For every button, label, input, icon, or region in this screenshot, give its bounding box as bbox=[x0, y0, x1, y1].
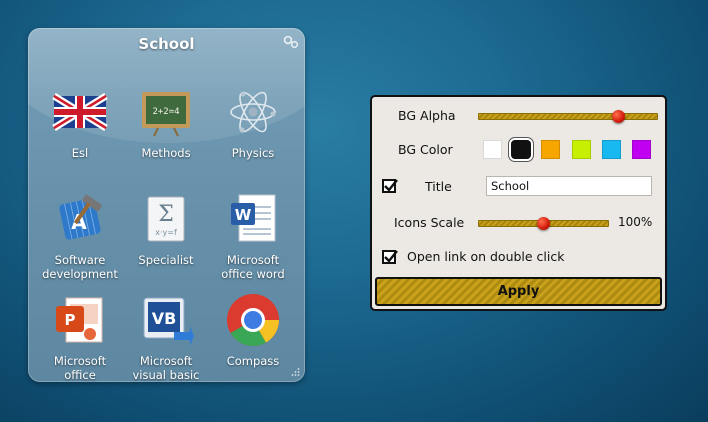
widget-title: School bbox=[138, 35, 195, 53]
svg-text:A: A bbox=[71, 210, 87, 234]
chrome-icon bbox=[227, 294, 279, 346]
app-tile-specialist[interactable]: Σ x·y=f Specialist bbox=[120, 191, 212, 267]
app-tile-ms-word[interactable]: W Microsoft office word bbox=[207, 191, 299, 281]
color-swatch-cyan[interactable] bbox=[602, 140, 621, 159]
app-label-esl: Esl bbox=[71, 146, 89, 160]
checkmark-icon bbox=[384, 179, 398, 192]
app-tile-software-development[interactable]: A Software development bbox=[34, 191, 126, 281]
app-label-software-development: Software development bbox=[42, 253, 118, 281]
svg-text:P: P bbox=[65, 311, 76, 329]
gears-icon[interactable] bbox=[283, 35, 299, 49]
svg-text:Σ: Σ bbox=[158, 202, 174, 227]
svg-text:x·y=f: x·y=f bbox=[155, 228, 177, 237]
title-input[interactable] bbox=[486, 176, 652, 196]
app-tile-ms-office[interactable]: P Microsoft office bbox=[34, 292, 126, 382]
atom-icon bbox=[230, 91, 276, 133]
color-swatch-white[interactable] bbox=[483, 140, 502, 159]
checkmark-icon bbox=[384, 250, 398, 263]
chalkboard-icon: 2+2=4 bbox=[142, 92, 190, 137]
bg-color-label: BG Color bbox=[398, 142, 453, 157]
open-link-checkbox[interactable] bbox=[382, 250, 398, 264]
xcode-hammer-icon: A bbox=[59, 194, 102, 240]
icons-scale-value: 100% bbox=[618, 215, 653, 229]
app-tile-physics[interactable]: Physics bbox=[207, 84, 299, 160]
app-tile-methods[interactable]: 2+2=4 Methods bbox=[120, 84, 212, 160]
app-tile-compass[interactable]: Compass bbox=[207, 292, 299, 368]
bg-alpha-slider-knob[interactable] bbox=[612, 110, 625, 123]
bg-alpha-slider[interactable] bbox=[478, 110, 658, 123]
icons-scale-label: Icons Scale bbox=[394, 215, 465, 230]
app-tile-ms-visual-basic[interactable]: VB Microsoft visual basic bbox=[120, 292, 212, 382]
color-swatch-purple[interactable] bbox=[632, 140, 651, 159]
visual-basic-icon: VB bbox=[143, 297, 194, 346]
app-label-ms-word: Microsoft office word bbox=[221, 253, 285, 281]
app-label-ms-office: Microsoft office bbox=[53, 354, 107, 382]
svg-text:W: W bbox=[235, 206, 252, 224]
color-swatch-lime[interactable] bbox=[572, 140, 591, 159]
svg-text:2+2=4: 2+2=4 bbox=[152, 107, 179, 117]
app-label-physics: Physics bbox=[231, 146, 275, 160]
resize-grip-icon[interactable] bbox=[290, 367, 300, 377]
ms-word-icon: W bbox=[231, 194, 276, 242]
uk-flag-icon bbox=[52, 93, 108, 131]
sigma-sheet-icon: Σ x·y=f bbox=[147, 196, 185, 242]
apply-button[interactable]: Apply bbox=[375, 277, 662, 306]
settings-dialog: BG Alpha BG Color Title Icons Scale 100%… bbox=[370, 95, 667, 311]
icons-scale-slider[interactable] bbox=[478, 217, 609, 230]
app-label-ms-visual-basic: Microsoft visual basic bbox=[132, 354, 200, 382]
app-label-specialist: Specialist bbox=[138, 253, 194, 267]
app-label-compass: Compass bbox=[226, 354, 280, 368]
open-link-label: Open link on double click bbox=[407, 249, 565, 264]
svg-text:VB: VB bbox=[152, 309, 177, 328]
app-tile-esl[interactable]: Esl bbox=[34, 84, 126, 160]
school-widget: School Esl 2+2=4 Methods Physics A Softw… bbox=[28, 28, 305, 382]
icons-scale-slider-knob[interactable] bbox=[537, 217, 550, 230]
bg-alpha-label: BG Alpha bbox=[398, 108, 456, 123]
color-swatch-orange[interactable] bbox=[541, 140, 560, 159]
title-checkbox[interactable] bbox=[382, 179, 398, 193]
app-label-methods: Methods bbox=[141, 146, 191, 160]
title-label: Title bbox=[425, 179, 452, 194]
color-swatch-black-selected[interactable] bbox=[509, 138, 533, 161]
ms-powerpoint-icon: P bbox=[56, 297, 103, 343]
